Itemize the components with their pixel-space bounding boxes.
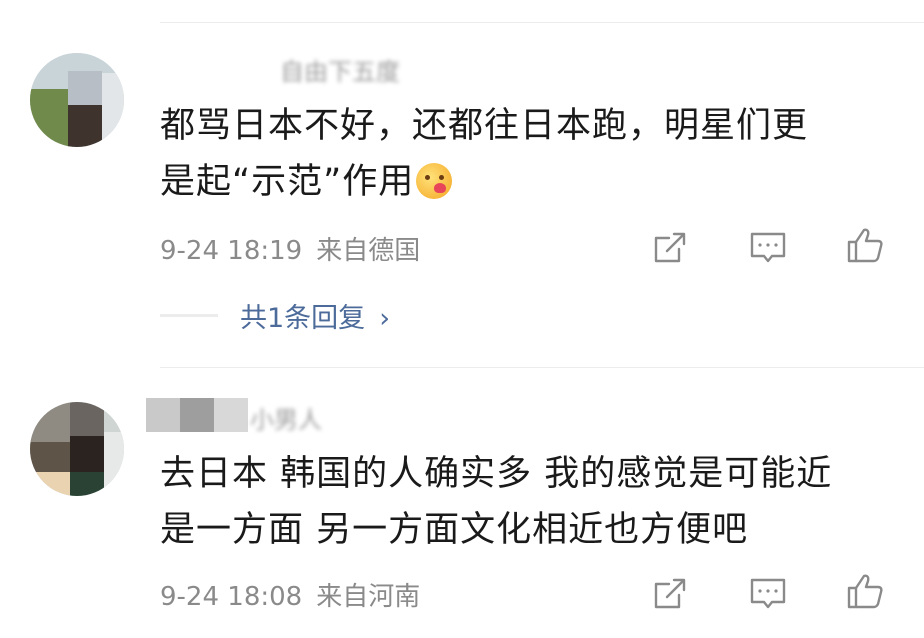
comment-text-line: 是一方面 另一方面文化相近也方便吧 [160, 510, 749, 550]
avatar[interactable] [30, 402, 124, 496]
replies-row: 共1条回复 › [160, 296, 390, 335]
comment-text-line-2: 是起“示范”作用 [160, 154, 900, 210]
share-icon[interactable] [651, 575, 689, 613]
avatar[interactable] [30, 53, 124, 147]
comment-icon[interactable] [749, 229, 787, 267]
comment-meta: 9-24 18:19 来自德国 [160, 230, 420, 267]
username-mosaic [146, 398, 248, 432]
comment-divider [160, 367, 924, 368]
comment-icon[interactable] [749, 575, 787, 613]
thumbs-up-icon[interactable] [846, 572, 884, 610]
comment-text: 都骂日本不好，还都往日本跑，明星们更 是起“示范”作用 [160, 98, 900, 210]
location: 来自德国 [316, 236, 421, 266]
reply-indent-line [160, 314, 218, 317]
timestamp: 9-24 18:19 [160, 236, 303, 266]
comment-text: 去日本 韩国的人确实多 我的感觉是可能近 是一方面 另一方面文化相近也方便吧 [160, 446, 900, 558]
comment-text-line: 都骂日本不好，还都往日本跑，明星们更 [160, 106, 809, 146]
chevron-right-icon: › [379, 303, 390, 334]
replies-label: 共1条回复 [240, 303, 366, 334]
comment-text-line: 是起“示范”作用 [160, 162, 415, 202]
yummy-face-emoji-icon [416, 163, 453, 199]
thumbs-up-icon[interactable] [846, 226, 884, 264]
comment-meta: 9-24 18:08 来自河南 [160, 576, 420, 613]
username[interactable]: 自由下五度 [280, 52, 400, 87]
location: 来自河南 [316, 582, 421, 612]
top-divider [160, 22, 924, 23]
username[interactable]: 小男人 [250, 400, 322, 435]
comment-text-line: 去日本 韩国的人确实多 我的感觉是可能近 [160, 454, 833, 494]
view-replies-link[interactable]: 共1条回复 › [240, 296, 390, 335]
share-icon[interactable] [651, 229, 689, 267]
timestamp: 9-24 18:08 [160, 582, 303, 612]
